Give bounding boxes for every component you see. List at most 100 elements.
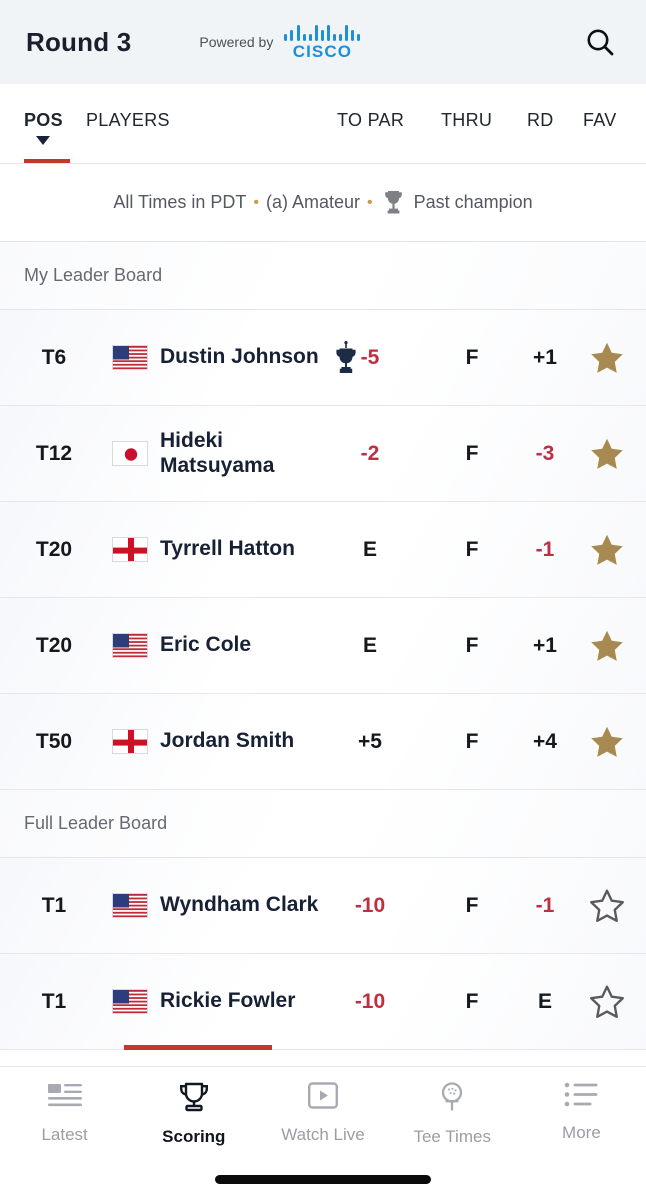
favorite-star-button[interactable]: [578, 888, 636, 924]
legend-past-champion: Past champion: [413, 192, 533, 212]
player-position: T1: [41, 989, 67, 1013]
player-name: Dustin Johnson: [160, 345, 319, 369]
cisco-bars-icon: [284, 24, 361, 41]
player-to-par: E: [362, 537, 377, 561]
tab-tee-times[interactable]: Tee Times: [388, 1081, 517, 1147]
page-title: Round 3: [26, 26, 132, 57]
sort-descending-icon: [36, 136, 51, 145]
flag-icon: [112, 989, 148, 1014]
favorite-star-button[interactable]: [578, 340, 636, 376]
home-indicator: [215, 1175, 431, 1184]
flag-icon: [112, 345, 148, 370]
table-row[interactable]: T20 Eric Cole E F +1: [0, 598, 646, 694]
player-round-score: +1: [533, 633, 557, 657]
table-row[interactable]: T1 Wyndham Clark -10 F -1: [0, 858, 646, 954]
player-position: T6: [41, 345, 67, 369]
legend-times: All Times in PDT: [113, 192, 247, 212]
tab-label: Watch Live: [281, 1125, 365, 1144]
table-row[interactable]: T20 Tyrrell Hatton E F -1: [0, 502, 646, 598]
active-column-indicator: [24, 159, 70, 163]
player-round-score: -1: [535, 537, 555, 561]
search-icon[interactable]: [580, 22, 620, 62]
legend: All Times in PDT • (a) Amateur • Past ch…: [0, 164, 646, 242]
player-round-score: -3: [535, 441, 555, 465]
column-header-pos[interactable]: POS: [24, 110, 63, 145]
table-row[interactable]: T12 Hideki Matsuyama -2 F -3: [0, 406, 646, 502]
player-thru: F: [465, 989, 479, 1013]
player-to-par: E: [362, 633, 377, 657]
cisco-wordmark: CISCO: [292, 42, 353, 61]
column-header-fav[interactable]: FAV: [583, 110, 617, 131]
player-cell[interactable]: Dustin Johnson: [112, 340, 357, 375]
flag-icon: [112, 633, 148, 658]
tab-scoring[interactable]: Scoring: [129, 1081, 258, 1147]
player-position: T12: [35, 441, 73, 465]
trophy-icon: [177, 1081, 211, 1118]
app-header: Round 3 Powered by CISCO: [0, 0, 646, 84]
player-thru: F: [465, 537, 479, 561]
tab-latest[interactable]: Latest: [0, 1081, 129, 1145]
player-name: Rickie Fowler: [160, 989, 296, 1013]
player-position: T1: [41, 893, 67, 917]
player-position: T20: [35, 633, 73, 657]
player-cell[interactable]: Hideki Matsuyama: [112, 429, 274, 479]
player-thru: F: [465, 633, 479, 657]
column-header-rd[interactable]: RD: [527, 110, 554, 131]
player-cell[interactable]: Wyndham Clark: [112, 893, 318, 918]
player-cell[interactable]: Rickie Fowler: [112, 989, 295, 1014]
player-round-score: +4: [533, 729, 557, 753]
player-position: T50: [35, 729, 73, 753]
section-label: My Leader Board: [0, 242, 646, 310]
player-name: Eric Cole: [160, 633, 252, 657]
tab-more[interactable]: More: [517, 1081, 646, 1143]
player-cell[interactable]: Eric Cole: [112, 633, 251, 658]
tab-watch-live[interactable]: Watch Live: [258, 1081, 387, 1145]
player-name: Jordan Smith: [160, 729, 295, 753]
player-to-par: -5: [360, 345, 380, 369]
favorite-star-button[interactable]: [578, 436, 636, 472]
player-cell[interactable]: Jordan Smith: [112, 729, 294, 754]
favorite-star-button[interactable]: [578, 628, 636, 664]
player-cell[interactable]: Tyrrell Hatton: [112, 537, 295, 562]
trophy-icon: [383, 189, 404, 216]
player-thru: F: [465, 729, 479, 753]
table-row[interactable]: T50 Jordan Smith +5 F +4: [0, 694, 646, 790]
favorite-star-button[interactable]: [578, 984, 636, 1020]
sponsor-block: Powered by CISCO: [199, 24, 361, 61]
flag-icon: [112, 729, 148, 754]
powered-by-label: Powered by: [199, 34, 274, 50]
golf-tee-icon: [436, 1081, 468, 1118]
player-name: Tyrrell Hatton: [160, 537, 295, 561]
favorite-star-button[interactable]: [578, 532, 636, 568]
player-thru: F: [465, 893, 479, 917]
news-icon: [46, 1081, 84, 1116]
play-icon: [307, 1081, 339, 1116]
column-header-players[interactable]: PLAYERS: [86, 110, 170, 131]
leaderboard-list: My Leader Board T6 Dustin Johnson -5 F +1 T12 H…: [0, 242, 646, 1050]
column-header-row: POS PLAYERS TO PAR THRU RD FAV: [0, 84, 646, 164]
cisco-logo: CISCO: [284, 24, 361, 61]
column-header-to-par[interactable]: TO PAR: [337, 110, 404, 131]
flag-icon: [112, 537, 148, 562]
column-header-thru[interactable]: THRU: [441, 110, 492, 131]
favorite-star-button[interactable]: [578, 724, 636, 760]
row-highlight-underline: [124, 1045, 272, 1050]
table-row[interactable]: T6 Dustin Johnson -5 F +1: [0, 310, 646, 406]
player-to-par: -10: [354, 989, 386, 1013]
legend-separator: •: [253, 193, 259, 211]
flag-icon: [112, 441, 148, 466]
list-icon: [564, 1081, 598, 1114]
table-row[interactable]: T1 Rickie Fowler -10 F E: [0, 954, 646, 1050]
bottom-navigation: Latest Scoring Watch Live Tee Times More: [0, 1066, 646, 1200]
player-round-score: -1: [535, 893, 555, 917]
player-round-score: +1: [533, 345, 557, 369]
player-thru: F: [465, 441, 479, 465]
tab-label: Scoring: [162, 1127, 226, 1146]
player-to-par: -10: [354, 893, 386, 917]
player-position: T20: [35, 537, 73, 561]
tab-label: Latest: [41, 1125, 88, 1144]
player-thru: F: [465, 345, 479, 369]
flag-icon: [112, 893, 148, 918]
section-label: Full Leader Board: [0, 790, 646, 858]
legend-separator: •: [367, 193, 373, 211]
